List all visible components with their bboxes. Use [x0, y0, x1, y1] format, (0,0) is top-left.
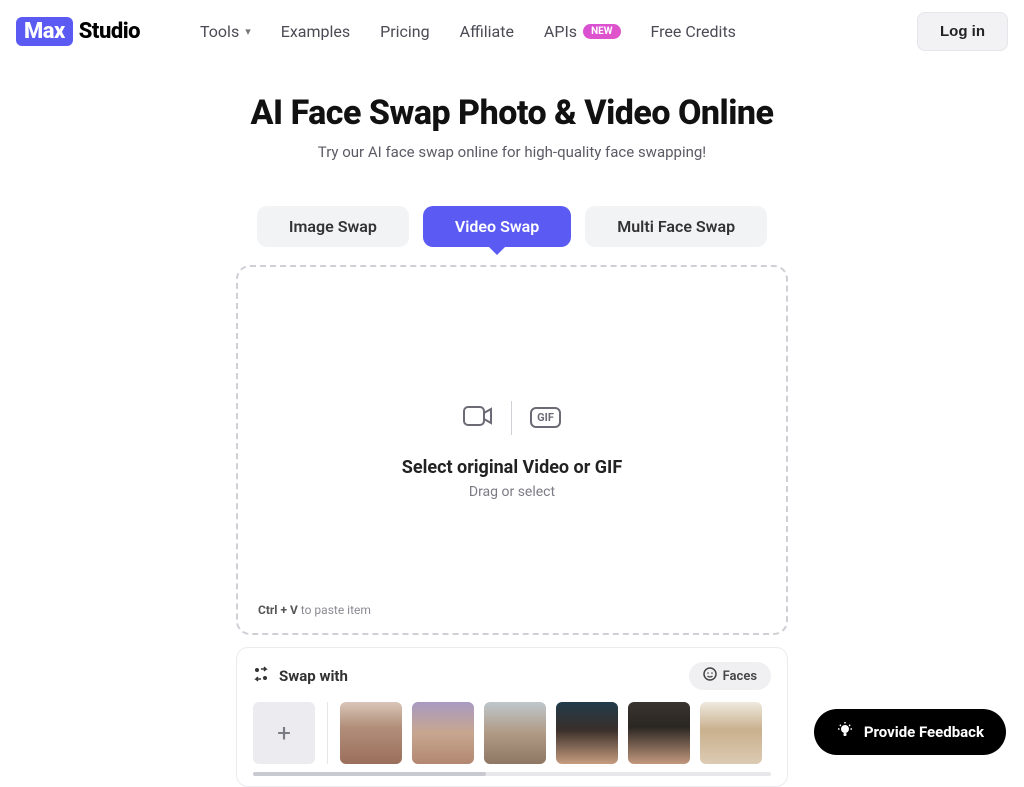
dropzone-icons: GIF	[463, 401, 561, 435]
hero: AI Face Swap Photo & Video Online Try ou…	[0, 93, 1024, 161]
paste-hint-key: Ctrl + V	[258, 603, 298, 617]
dropzone-title: Select original Video or GIF	[402, 457, 622, 478]
tab-image-swap[interactable]: Image Swap	[257, 206, 409, 247]
nav-affiliate[interactable]: Affiliate	[460, 22, 514, 41]
plus-icon: +	[277, 719, 291, 747]
login-button[interactable]: Log in	[917, 12, 1008, 51]
lightbulb-icon	[836, 721, 854, 743]
paste-hint-rest: to paste item	[298, 603, 371, 617]
feedback-label: Provide Feedback	[864, 723, 984, 741]
swap-panel-header: Swap with Faces	[253, 662, 771, 690]
swap-title: Swap with	[253, 666, 348, 686]
nav-examples[interactable]: Examples	[281, 22, 350, 41]
faces-toggle[interactable]: Faces	[689, 662, 771, 690]
divider	[327, 702, 328, 764]
page-subtitle: Try our AI face swap online for high-qua…	[0, 143, 1024, 161]
chevron-down-icon: ▾	[245, 25, 251, 38]
add-face-button[interactable]: +	[253, 702, 315, 764]
swap-icon	[253, 666, 269, 686]
tab-video-swap[interactable]: Video Swap	[423, 206, 571, 247]
nav-pricing[interactable]: Pricing	[380, 22, 430, 41]
logo-text: Studio	[79, 19, 140, 44]
paste-hint: Ctrl + V to paste item	[258, 603, 371, 617]
logo-badge: Max	[16, 17, 73, 46]
preset-faces	[340, 702, 762, 764]
face-thumbnail[interactable]	[484, 702, 546, 764]
video-icon	[463, 404, 493, 432]
swap-with-panel: Swap with Faces +	[236, 647, 788, 787]
page-title: AI Face Swap Photo & Video Online	[0, 93, 1024, 133]
new-badge: NEW	[583, 24, 620, 39]
nav-apis[interactable]: APIs NEW	[544, 22, 621, 41]
tab-multi-face-swap[interactable]: Multi Face Swap	[585, 206, 767, 247]
face-thumbnail[interactable]	[556, 702, 618, 764]
gif-icon: GIF	[530, 407, 561, 428]
main-nav: Tools ▾ Examples Pricing Affiliate APIs …	[200, 22, 736, 41]
divider	[511, 401, 512, 435]
nav-free-credits[interactable]: Free Credits	[651, 22, 736, 41]
faces-toggle-label: Faces	[723, 669, 757, 684]
nav-tools[interactable]: Tools ▾	[200, 22, 251, 41]
nav-apis-label: APIs	[544, 22, 577, 41]
face-thumbnail[interactable]	[412, 702, 474, 764]
face-icon	[703, 667, 717, 685]
swap-title-label: Swap with	[279, 667, 348, 685]
swap-thumbnails-row: +	[253, 702, 771, 764]
dropzone-subtitle: Drag or select	[469, 484, 555, 500]
logo[interactable]: Max Studio	[16, 17, 140, 46]
face-thumbnail[interactable]	[700, 702, 762, 764]
face-thumbnail[interactable]	[628, 702, 690, 764]
nav-tools-label: Tools	[200, 22, 239, 41]
face-thumbnail[interactable]	[340, 702, 402, 764]
provide-feedback-button[interactable]: Provide Feedback	[814, 709, 1006, 755]
swap-mode-tabs: Image Swap Video Swap Multi Face Swap	[0, 206, 1024, 247]
upload-dropzone[interactable]: GIF Select original Video or GIF Drag or…	[236, 265, 788, 635]
header: Max Studio Tools ▾ Examples Pricing Affi…	[0, 0, 1024, 63]
gif-icon-label: GIF	[537, 411, 554, 424]
